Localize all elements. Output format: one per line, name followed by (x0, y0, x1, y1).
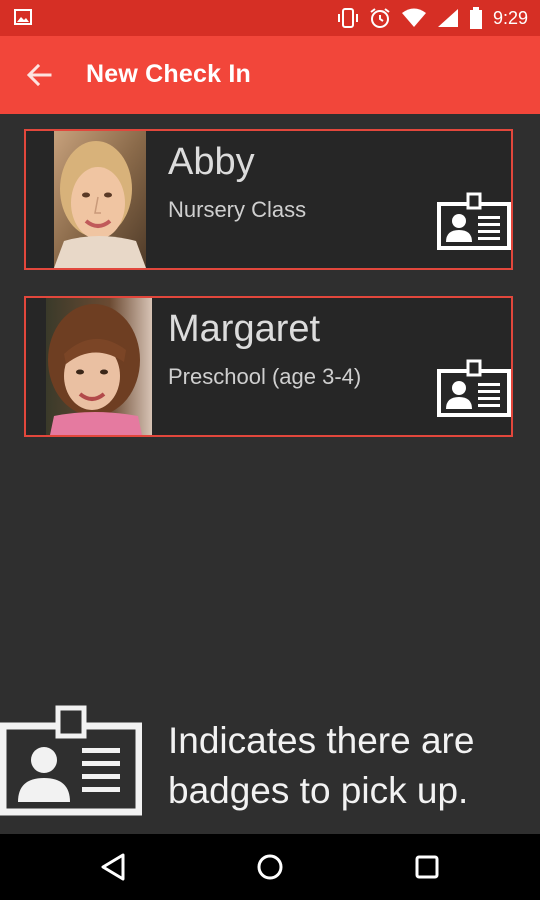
signal-icon (437, 9, 458, 27)
legend-text: Indicates there are badges to pick up. (168, 720, 475, 811)
legend-badge-icon (0, 705, 142, 816)
status-time: 9:29 (492, 7, 528, 28)
person-card-abby[interactable]: Abby Nursery Class (24, 129, 513, 270)
system-nav-bar (0, 834, 540, 900)
battery-icon (469, 7, 482, 29)
status-bar: 9:29 (0, 0, 540, 36)
person-name: Abby (168, 141, 255, 183)
back-triangle-icon[interactable] (93, 847, 133, 887)
person-name: Margaret (168, 308, 321, 350)
wifi-icon (401, 8, 426, 27)
person-photo (54, 131, 146, 268)
page-title: New Check In (86, 60, 251, 88)
person-photo (46, 298, 152, 435)
person-card-margaret[interactable]: Margaret Preschool (age 3-4) (24, 296, 513, 437)
check-in-list: Abby Nursery Class Margaret Preschool (a… (0, 114, 540, 834)
back-button[interactable] (22, 58, 56, 92)
alarm-icon (370, 8, 390, 28)
home-circle-icon[interactable] (250, 847, 290, 887)
app-bar: New Check In (0, 36, 540, 114)
person-class: Preschool (age 3-4) (168, 364, 362, 389)
person-class: Nursery Class (168, 197, 307, 222)
arrow-back-icon (26, 63, 52, 87)
status-icons: 9:29 (337, 0, 528, 36)
gallery-icon (14, 9, 32, 25)
badge-icon (437, 192, 511, 250)
badge-icon (437, 359, 511, 417)
vibrate-icon (337, 8, 358, 28)
recents-square-icon[interactable] (407, 847, 447, 887)
